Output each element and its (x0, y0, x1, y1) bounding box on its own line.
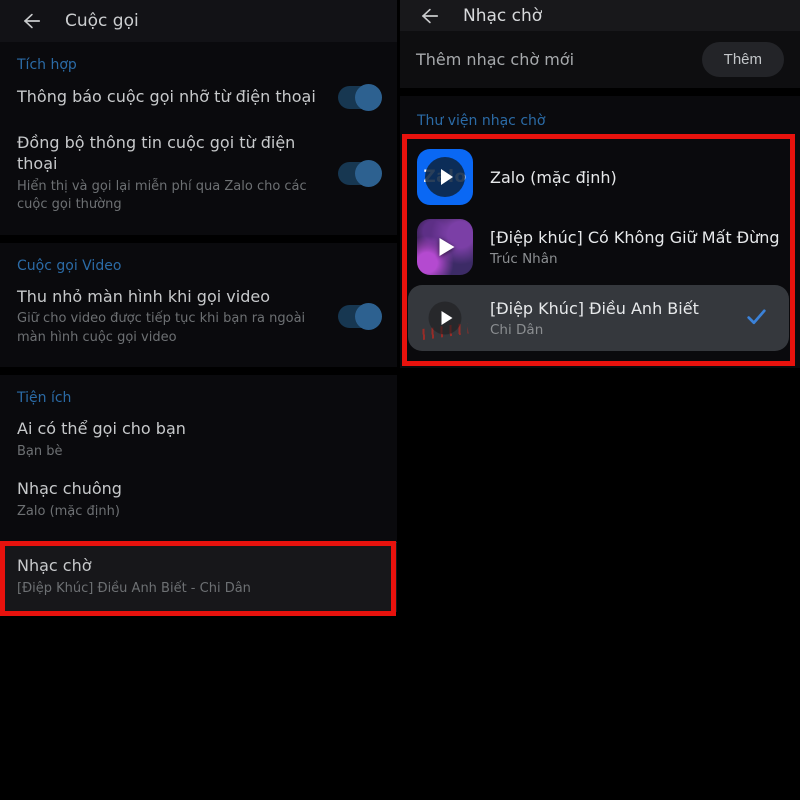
add-ringback-label: Thêm nhạc chờ mới (416, 50, 574, 69)
minimize-video-toggle[interactable] (338, 305, 380, 328)
section-utilities: Tiện ích Ai có thể gọi cho bạn Bạn bè Nh… (0, 375, 397, 612)
row-minimize-video[interactable]: Thu nhỏ màn hình khi gọi video Giữ cho v… (17, 275, 380, 360)
row-subtitle: Giữ cho video được tiếp tục khi bạn ra n… (17, 310, 319, 347)
toggle-knob (355, 84, 382, 111)
call-settings-screen: Cuộc gọi Tích hợp Thông báo cuộc gọi nhỡ… (0, 0, 397, 612)
list-item-co-khong-giu[interactable]: [Điệp khúc] Có Không Giữ Mất Đừng Tìm - … (400, 212, 800, 282)
row-sync-call-info[interactable]: Đồng bộ thông tin cuộc gọi từ điện thoại… (17, 121, 380, 227)
play-icon (440, 238, 455, 256)
ringback-tone-screen: Nhạc chờ Thêm nhạc chờ mới Thêm Thư viện… (400, 0, 800, 368)
row-ringback-tone[interactable]: Nhạc chờ [Điệp Khúc] Điều Anh Biết - Chi… (0, 542, 397, 612)
item-title: [Điệp Khúc] Điều Anh Biết (490, 299, 721, 318)
row-title: Thu nhỏ màn hình khi gọi video (17, 287, 319, 308)
section-divider (0, 367, 397, 375)
add-button[interactable]: Thêm (702, 42, 784, 77)
library-section: Thư viện nhạc chờ Zalo Zalo (mặc định) (400, 96, 800, 368)
row-title: Đồng bộ thông tin cuộc gọi từ điện thoại (17, 133, 326, 175)
missed-call-toggle[interactable] (338, 86, 380, 109)
back-icon[interactable] (417, 4, 441, 28)
left-header: Cuộc gọi (0, 0, 397, 42)
annotation-red-box (0, 541, 396, 616)
section-label: Thư viện nhạc chờ (400, 96, 800, 134)
sync-call-toggle[interactable] (338, 162, 380, 185)
section-divider (400, 88, 800, 96)
section-integration: Tích hợp Thông báo cuộc gọi nhỡ từ điện … (0, 42, 397, 235)
list-item-dieu-anh-biet-selected[interactable]: [Điệp Khúc] Điều Anh Biết Chi Dân (408, 285, 789, 351)
zalo-logo-icon: Zalo (417, 149, 473, 205)
item-title: Zalo (mặc định) (490, 168, 783, 187)
row-title: Nhạc chuông (17, 479, 122, 500)
check-icon (744, 304, 769, 333)
toggle-knob (355, 303, 382, 330)
item-title: [Điệp khúc] Có Không Giữ Mất Đừng Tìm - … (490, 228, 783, 247)
row-subtitle: Hiển thị và gọi lại miễn phí qua Zalo ch… (17, 178, 319, 215)
right-header: Nhạc chờ (400, 0, 800, 31)
list-item-zalo-default[interactable]: Zalo Zalo (mặc định) (400, 142, 800, 212)
row-title: Thông báo cuộc gọi nhỡ từ điện thoại (17, 87, 316, 108)
section-label: Tích hợp (17, 57, 380, 73)
row-missed-call-notification[interactable]: Thông báo cuộc gọi nhỡ từ điện thoại (17, 74, 380, 121)
section-label: Tiện ích (17, 390, 380, 406)
section-video-call: Cuộc gọi Video Thu nhỏ màn hình khi gọi … (0, 243, 397, 368)
row-subtitle: Zalo (mặc định) (17, 503, 122, 521)
album-art-icon (417, 290, 473, 346)
page-title: Cuộc gọi (65, 11, 139, 31)
row-ringtone[interactable]: Nhạc chuông Zalo (mặc định) (17, 473, 380, 533)
row-subtitle: [Điệp Khúc] Điều Anh Biết - Chi Dân (17, 580, 319, 598)
section-label: Cuộc gọi Video (17, 258, 380, 274)
page-title: Nhạc chờ (463, 6, 542, 26)
row-title: Nhạc chờ (17, 556, 380, 577)
item-artist: Chi Dân (490, 322, 721, 338)
ringback-list: Zalo Zalo (mặc định) [Điệp khúc] Có Khôn… (400, 134, 800, 366)
play-icon (442, 311, 453, 325)
item-artist: Trúc Nhân (490, 251, 783, 267)
toggle-knob (355, 160, 382, 187)
row-who-can-call[interactable]: Ai có thể gọi cho bạn Bạn bè (17, 407, 380, 473)
play-icon (441, 169, 453, 185)
back-icon[interactable] (19, 9, 43, 33)
row-subtitle: Bạn bè (17, 443, 186, 461)
section-divider (0, 235, 397, 243)
row-title: Ai có thể gọi cho bạn (17, 419, 186, 440)
album-art-icon (417, 219, 473, 275)
add-ringback-row: Thêm nhạc chờ mới Thêm (400, 31, 800, 88)
